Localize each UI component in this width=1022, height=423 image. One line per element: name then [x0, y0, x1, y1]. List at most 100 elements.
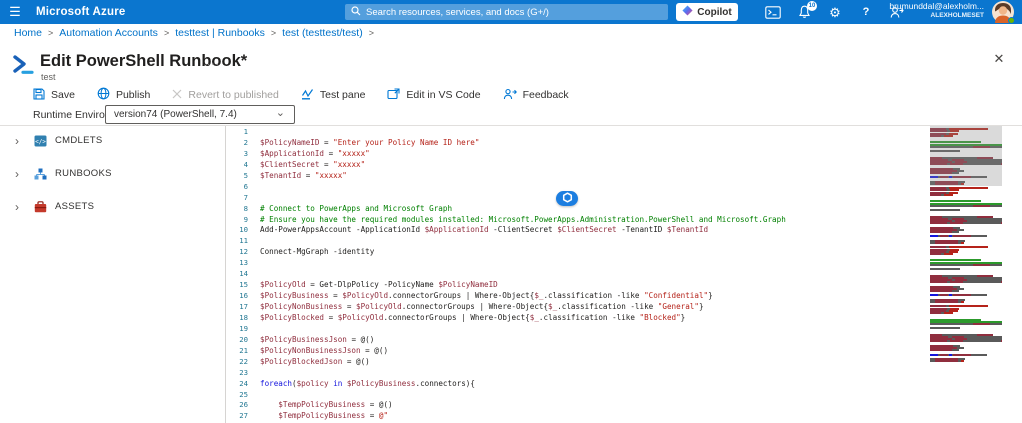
line-number: 23 [227, 368, 248, 379]
azure-topbar: ☰ Microsoft Azure Search resources, serv… [0, 0, 1022, 24]
code-line[interactable]: 2$PolicyNameID = "Enter your Policy Name… [227, 138, 931, 149]
line-number: 14 [227, 269, 248, 280]
editor-copilot-button[interactable] [556, 191, 578, 206]
line-number: 19 [227, 324, 248, 335]
search-placeholder: Search resources, services, and docs (G+… [366, 7, 549, 18]
code-line[interactable]: 18$PolicyBlocked = $PolicyOld.connectorG… [227, 313, 931, 324]
breadcrumb-separator-icon: > [271, 28, 276, 38]
code-line[interactable]: 19 [227, 324, 931, 335]
copilot-button[interactable]: Copilot [676, 3, 738, 21]
code-line[interactable]: 21$PolicyNonBusinessJson = @() [227, 346, 931, 357]
breadcrumb-link[interactable]: Automation Accounts [59, 27, 158, 39]
cloud-shell-icon[interactable] [764, 3, 782, 21]
code-line[interactable]: 6 [227, 182, 931, 193]
feedback-button[interactable]: Feedback [503, 88, 569, 103]
close-icon[interactable]: ✕ [990, 50, 1008, 68]
publish-globe-icon [97, 87, 110, 103]
runtime-environment-select[interactable]: version74 (PowerShell, 7.4) ⌄ [105, 105, 295, 124]
code-editor[interactable]: 12$PolicyNameID = "Enter your Policy Nam… [227, 126, 1003, 423]
title-overflow-icon[interactable]: ... [207, 54, 220, 68]
global-search-input[interactable]: Search resources, services, and docs (G+… [345, 4, 668, 20]
code-line[interactable]: 15$PolicyOld = Get-DlpPolicy -PolicyName… [227, 280, 931, 291]
copilot-icon [682, 5, 693, 19]
topbar-icon-group: 10 ⚙ ? [764, 0, 906, 24]
code-line[interactable]: 1 [227, 127, 931, 138]
code-line[interactable]: 25 [227, 390, 931, 401]
breadcrumb-link[interactable]: Home [14, 27, 42, 39]
settings-gear-icon[interactable]: ⚙ [826, 3, 844, 21]
search-icon [351, 3, 361, 21]
save-button[interactable]: Save [33, 88, 75, 103]
publish-button[interactable]: Publish [97, 87, 150, 103]
line-number: 15 [227, 280, 248, 291]
test-pane-chart-icon [301, 88, 314, 103]
line-number: 12 [227, 247, 248, 258]
user-tenant: ALEXHOLMESET [889, 12, 984, 19]
minimap[interactable]: $PolicyNameID = "Enter your Policy Name … [930, 126, 1002, 423]
code-line[interactable]: 11 [227, 236, 931, 247]
breadcrumb-separator-icon: > [48, 28, 53, 38]
code-line[interactable]: 13 [227, 258, 931, 269]
sidebar-item-runbooks[interactable]: › RUNBOOKS [0, 157, 225, 190]
code-line[interactable]: 4$ClientSecret = "xxxxx" [227, 160, 931, 171]
line-number: 26 [227, 400, 248, 411]
line-number: 11 [227, 236, 248, 247]
line-number: 7 [227, 193, 248, 204]
notifications-bell-icon[interactable]: 10 [795, 3, 813, 21]
code-line[interactable]: 27 $TempPolicyBusiness = @" [227, 411, 931, 422]
sidebar-item-cmdlets[interactable]: › </> CMDLETS [0, 124, 225, 157]
code-line[interactable]: 20$PolicyBusinessJson = @() [227, 335, 931, 346]
code-line[interactable]: 7 [227, 193, 931, 204]
chevron-right-icon[interactable]: › [0, 200, 34, 214]
hamburger-menu-icon[interactable]: ☰ [0, 0, 30, 24]
edit-in-vscode-button[interactable]: Edit in VS Code [387, 88, 480, 103]
code-line[interactable]: 14 [227, 269, 931, 280]
minimap-slider[interactable] [930, 126, 1002, 186]
cmdlets-icon: </> [34, 134, 48, 147]
code-line[interactable]: 23 [227, 368, 931, 379]
save-icon [33, 88, 45, 103]
breadcrumb-separator-icon: > [164, 28, 169, 38]
page-subtitle: test [41, 72, 56, 82]
line-number: 17 [227, 302, 248, 313]
code-line[interactable]: 17$PolicyNonBusiness = $PolicyOld.connec… [227, 302, 931, 313]
presence-status-dot [1008, 17, 1015, 24]
notification-badge: 10 [807, 1, 817, 11]
editor-sidebar-tree: › </> CMDLETS › RUNBOOKS › ASSETS [0, 126, 226, 423]
feedback-icon [503, 88, 517, 103]
breadcrumb-link[interactable]: testtest | Runbooks [175, 27, 265, 39]
code-line[interactable]: 22$PolicyBlockedJson = @() [227, 357, 931, 368]
line-number: 21 [227, 346, 248, 357]
svg-text:</>: </> [35, 138, 46, 145]
code-line[interactable]: 5$TenantId = "xxxxx" [227, 171, 931, 182]
breadcrumb-link[interactable]: test (testtest/test) [282, 27, 363, 39]
line-number: 13 [227, 258, 248, 269]
powershell-runbook-icon [12, 54, 34, 80]
avatar[interactable] [992, 1, 1014, 23]
code-line[interactable]: 26 $TempPolicyBusiness = @() [227, 400, 931, 411]
chevron-right-icon[interactable]: › [0, 134, 34, 148]
revert-to-published-button[interactable]: Revert to published [172, 89, 278, 102]
code-line[interactable]: 16$PolicyBusiness = $PolicyOld.connector… [227, 291, 931, 302]
help-icon[interactable]: ? [857, 3, 875, 21]
line-number: 20 [227, 335, 248, 346]
code-line[interactable]: 12Connect-MgGraph -identity [227, 247, 931, 258]
breadcrumb-separator-icon: > [369, 28, 374, 38]
runtime-environment-row: Runtime Environment * version74 (PowerSh… [0, 104, 1022, 126]
chevron-down-icon: ⌄ [276, 106, 285, 119]
sidebar-item-assets[interactable]: › ASSETS [0, 190, 225, 223]
azure-brand[interactable]: Microsoft Azure [36, 6, 125, 18]
line-number: 25 [227, 390, 248, 401]
code-line[interactable]: 9# Ensure you have the required modules … [227, 215, 931, 226]
line-number: 8 [227, 204, 248, 215]
code-line[interactable]: 24foreach($policy in $PolicyBusiness.con… [227, 379, 931, 390]
code-line[interactable]: 10Add-PowerAppsAccount -ApplicationId $A… [227, 225, 931, 236]
vscode-window-icon [387, 88, 400, 103]
code-line[interactable]: 8# Connect to PowerApps and Microsoft Gr… [227, 204, 931, 215]
code-line[interactable]: 3$ApplicationId = "xxxxx" [227, 149, 931, 160]
chevron-right-icon[interactable]: › [0, 167, 34, 181]
main-area: › </> CMDLETS › RUNBOOKS › ASSETS [0, 126, 1022, 423]
azure-portal-page: ☰ Microsoft Azure Search resources, serv… [0, 0, 1022, 423]
account-menu[interactable]: brumunddal@alexholm... ALEXHOLMESET [889, 2, 984, 19]
test-pane-button[interactable]: Test pane [301, 88, 366, 103]
